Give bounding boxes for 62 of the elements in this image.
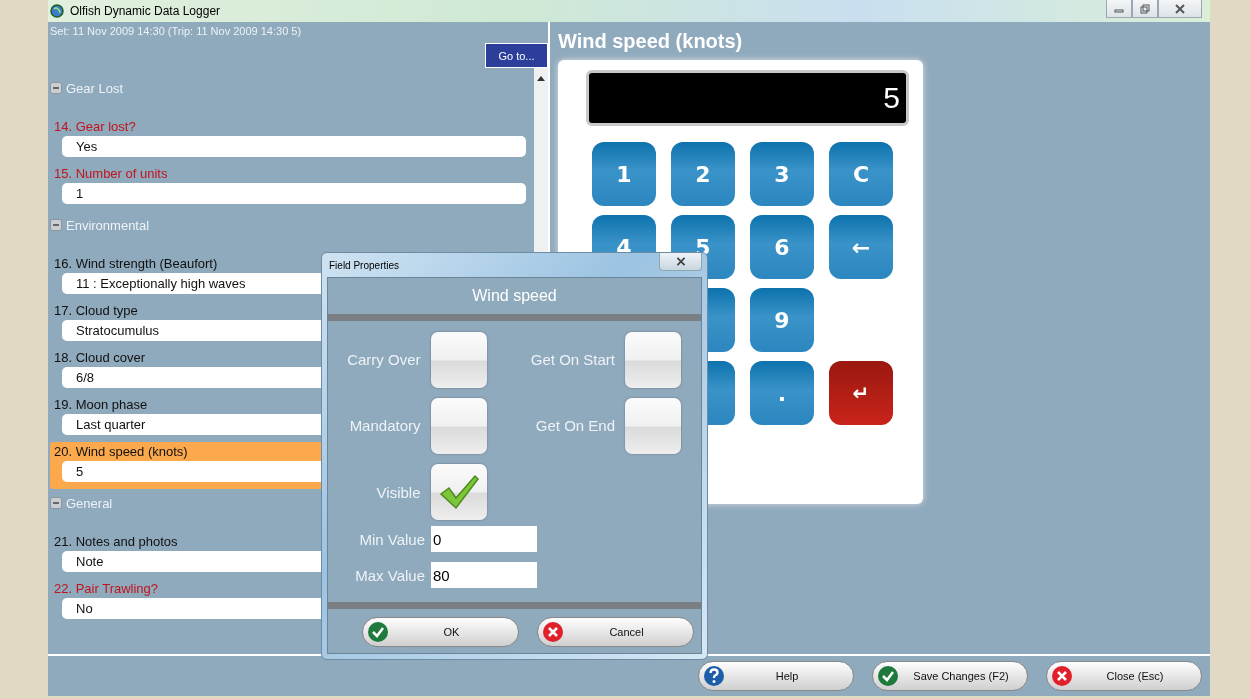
globe-icon <box>50 4 64 18</box>
min-value-label: Min Value <box>358 530 425 548</box>
entry-title: Wind speed (knots) <box>558 30 744 54</box>
close-button[interactable] <box>659 253 702 271</box>
checkbox[interactable] <box>625 331 681 388</box>
window-title: Olfish Dynamic Data Logger <box>70 4 221 18</box>
cross-icon <box>1051 665 1073 687</box>
keypad-key[interactable]: C <box>829 142 893 206</box>
collapse-icon[interactable] <box>50 497 62 509</box>
footer-button[interactable]: Help <box>698 661 854 691</box>
max-value-field[interactable]: 80 <box>431 562 537 588</box>
checkbox[interactable] <box>625 398 681 454</box>
checkbox[interactable] <box>430 398 487 454</box>
field-label: 20. Wind speed (knots) <box>54 443 188 461</box>
section-title: General <box>66 495 113 511</box>
go-to-button[interactable]: Go to... <box>485 43 548 68</box>
section-title: Environmental <box>66 217 150 233</box>
field-label: 17. Cloud type <box>54 302 138 320</box>
option-label: Mandatory <box>349 417 421 435</box>
checkmark-icon <box>877 665 899 687</box>
checkmark-icon <box>438 474 479 511</box>
field-label: 15. Number of units <box>54 165 168 183</box>
footer-button[interactable]: Close (Esc) <box>1046 661 1202 691</box>
option-label: Carry Over <box>347 351 421 369</box>
checkbox[interactable] <box>430 464 487 521</box>
checkmark-icon <box>367 621 389 643</box>
display-value: 5 <box>883 81 900 115</box>
field-value[interactable]: Yes <box>62 136 526 157</box>
restore-button[interactable] <box>1132 0 1158 18</box>
keypad-key[interactable]: ↵ <box>829 361 893 425</box>
field-label: 21. Notes and photos <box>54 533 178 551</box>
close-icon <box>1175 3 1185 14</box>
set-info: Set: 11 Nov 2009 14:30 (Trip: 11 Nov 2009 14:30 5) <box>49 24 303 39</box>
scroll-up-icon[interactable] <box>537 76 545 81</box>
dialog-title: Field Properties <box>328 259 400 271</box>
field-row[interactable]: 15. Number of units 1 <box>50 164 534 211</box>
help-icon <box>703 665 725 687</box>
cancel-button[interactable]: Cancel <box>537 617 694 647</box>
checkbox[interactable] <box>430 331 487 388</box>
section-title: Gear Lost <box>66 80 124 96</box>
field-label: 14. Gear lost? <box>54 118 136 136</box>
field-label: 19. Moon phase <box>54 396 148 414</box>
field-row[interactable]: 14. Gear lost? Yes <box>50 117 534 164</box>
keypad-key[interactable]: 1 <box>592 142 656 206</box>
field-label: 18. Cloud cover <box>54 349 146 367</box>
footer-button[interactable]: Save Changes (F2) <box>872 661 1028 691</box>
field-label: 16. Wind strength (Beaufort) <box>54 255 218 273</box>
restore-icon <box>1140 3 1150 14</box>
keypad-key[interactable]: 2 <box>671 142 735 206</box>
collapse-icon[interactable] <box>50 219 62 231</box>
keypad-key[interactable]: . <box>750 361 814 425</box>
collapse-icon[interactable] <box>50 82 62 94</box>
field-label: 22. Pair Trawling? <box>54 580 159 598</box>
option-label: Get On End <box>535 417 615 435</box>
field-value[interactable]: 1 <box>62 183 526 204</box>
cross-icon <box>542 621 564 643</box>
ok-button[interactable]: OK <box>362 617 519 647</box>
close-button[interactable] <box>1158 0 1202 18</box>
close-icon <box>675 257 686 266</box>
option-label: Get On Start <box>530 351 615 369</box>
minimize-button[interactable] <box>1106 0 1132 18</box>
min-value-field[interactable]: 0 <box>431 526 537 552</box>
